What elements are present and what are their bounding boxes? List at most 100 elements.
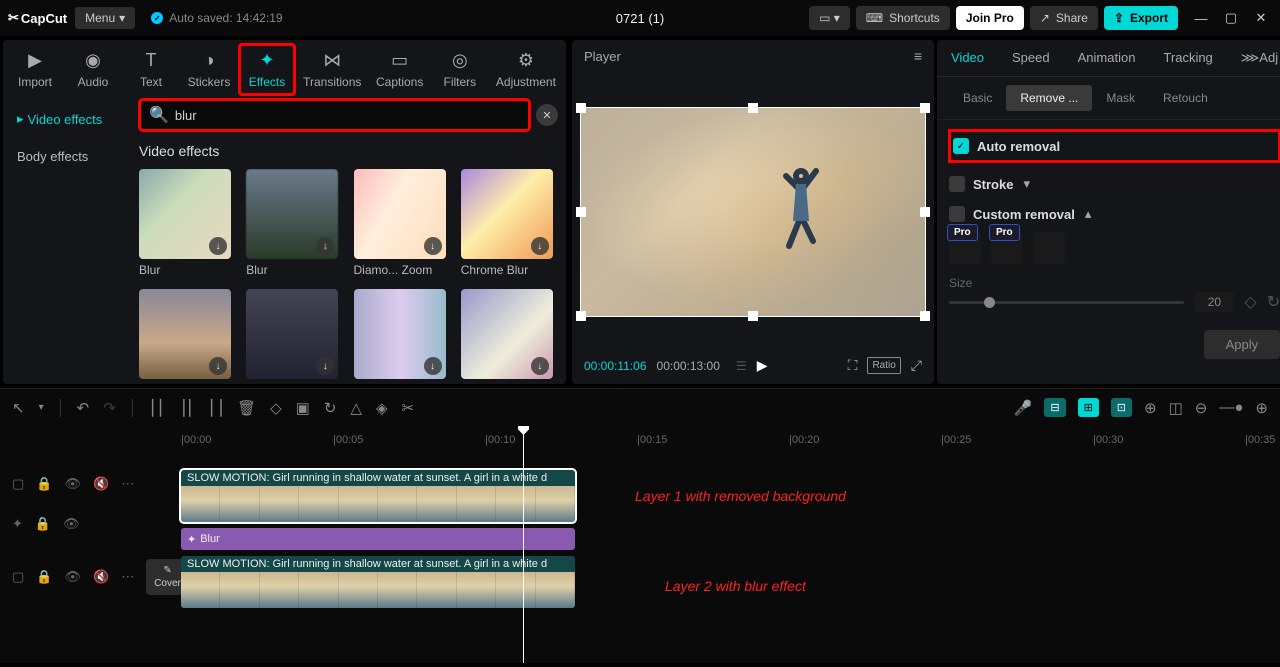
menu-button[interactable]: Menu▾ <box>75 7 135 29</box>
reverse-icon[interactable]: ↻ <box>324 399 337 417</box>
video-clip-2[interactable]: SLOW MOTION: Girl running in shallow wat… <box>181 556 575 608</box>
mute-icon[interactable]: 🔇 <box>93 569 109 585</box>
tab-adjust-more[interactable]: ⋙Adj <box>1227 40 1280 76</box>
effect-item[interactable]: ↓ <box>461 289 554 380</box>
search-input[interactable] <box>175 108 520 123</box>
subtab-remove-bg[interactable]: Remove ... <box>1006 85 1092 111</box>
video-preview[interactable] <box>580 107 926 317</box>
close-button[interactable]: ✕ <box>1250 7 1272 29</box>
tab-stickers[interactable]: ◑Stickers <box>181 44 237 95</box>
pointer-tool-icon[interactable]: ↖ <box>12 399 25 417</box>
tab-tracking[interactable]: Tracking <box>1149 40 1226 76</box>
rotate-icon[interactable]: ◈ <box>376 399 388 417</box>
dropdown-icon[interactable]: ▾ <box>39 402 44 413</box>
download-icon[interactable]: ↓ <box>531 237 549 255</box>
magnet-mode-3[interactable]: ⊡ <box>1111 398 1132 417</box>
more-icon[interactable]: ⋯ <box>121 476 134 492</box>
undo-icon[interactable]: ↶ <box>77 399 90 417</box>
search-box[interactable]: 🔍 <box>139 99 530 131</box>
delete-icon[interactable]: 🗑 <box>237 399 256 417</box>
eye-icon[interactable]: 👁 <box>64 476 81 492</box>
tab-speed[interactable]: Speed <box>998 40 1064 76</box>
link-icon[interactable]: ⊕ <box>1144 399 1157 417</box>
effect-item[interactable]: ↓Blur <box>139 169 232 277</box>
shortcuts-button[interactable]: ⌨Shortcuts <box>856 6 950 30</box>
download-icon[interactable]: ↓ <box>316 357 334 375</box>
effect-item[interactable]: ↓Chrome Blur <box>461 169 554 277</box>
minimize-button[interactable]: — <box>1190 7 1212 29</box>
marker-icon[interactable]: ◇ <box>270 399 282 417</box>
eye-icon[interactable]: 👁 <box>63 516 80 532</box>
tab-import[interactable]: ▶Import <box>7 44 63 95</box>
reset-icon[interactable]: ↻ <box>1267 292 1280 312</box>
ratio-button[interactable]: Ratio <box>867 357 900 374</box>
track-type-icon[interactable]: ▢ <box>12 569 24 585</box>
zoom-out-icon[interactable]: ⊖ <box>1195 399 1208 417</box>
duplicate-icon[interactable]: ▣ <box>296 399 310 417</box>
zoom-in-icon[interactable]: ⊕ <box>1255 399 1268 417</box>
download-icon[interactable]: ↓ <box>209 357 227 375</box>
tab-audio[interactable]: ◉Audio <box>65 44 121 95</box>
download-icon[interactable]: ↓ <box>531 357 549 375</box>
snap-icon[interactable]: ◫ <box>1169 399 1183 417</box>
effect-item[interactable]: ↓Diamo... Zoom <box>354 169 447 277</box>
clear-search-button[interactable]: ✕ <box>536 104 558 126</box>
magnet-mode-2[interactable]: ⊞ <box>1078 398 1099 417</box>
trim-left-icon[interactable]: ⎥⎮ <box>178 399 193 417</box>
lock-icon[interactable]: 🔒 <box>36 476 52 492</box>
stroke-checkbox[interactable] <box>949 176 965 192</box>
tool-option[interactable] <box>1033 232 1065 264</box>
stepper-icon[interactable]: ◇ <box>1244 292 1256 312</box>
timeline-tracks-area[interactable]: |00:00 |00:05 |00:10 |00:15 |00:20 |00:2… <box>175 426 1280 663</box>
zoom-slider-icon[interactable]: —● <box>1219 399 1243 416</box>
fx-icon[interactable]: ✦ <box>12 516 23 532</box>
tab-animation[interactable]: Animation <box>1064 40 1150 76</box>
tab-filters[interactable]: ◎Filters <box>432 44 488 95</box>
tab-transitions[interactable]: ⋈Transitions <box>297 44 368 95</box>
lock-icon[interactable]: 🔒 <box>35 516 51 532</box>
player-menu-icon[interactable]: ≡ <box>914 48 922 64</box>
subtab-mask[interactable]: Mask <box>1092 85 1149 111</box>
effect-item[interactable]: ↓ <box>246 289 339 380</box>
sidebar-video-effects[interactable]: ▸Video effects <box>7 103 127 135</box>
split-icon[interactable]: ⎮⎮ <box>149 399 165 417</box>
tab-captions[interactable]: ▭Captions <box>370 44 430 95</box>
effect-item[interactable]: ↓Blur <box>246 169 339 277</box>
join-pro-button[interactable]: Join Pro <box>956 6 1024 30</box>
download-icon[interactable]: ↓ <box>424 237 442 255</box>
download-icon[interactable]: ↓ <box>209 237 227 255</box>
play-button[interactable]: ▶ <box>757 357 768 374</box>
tab-video-props[interactable]: Video <box>937 40 998 76</box>
time-ruler[interactable]: |00:00 |00:05 |00:10 |00:15 |00:20 |00:2… <box>175 426 1280 456</box>
auto-removal-checkbox[interactable]: ✓ <box>953 138 969 154</box>
eye-icon[interactable]: 👁 <box>64 569 81 585</box>
apply-button[interactable]: Apply <box>1204 330 1280 359</box>
chevron-down-icon[interactable]: ▾ <box>1023 176 1030 192</box>
aspect-button[interactable]: ▭ ▾ <box>809 6 850 30</box>
download-icon[interactable]: ↓ <box>424 357 442 375</box>
effect-item[interactable]: ↓ <box>354 289 447 380</box>
custom-removal-checkbox[interactable] <box>949 206 965 222</box>
subtab-retouch[interactable]: Retouch <box>1149 85 1222 111</box>
magnet-mode-1[interactable]: ⊟ <box>1044 398 1065 417</box>
crop-icon[interactable]: ✂ <box>402 399 415 417</box>
fullscreen-icon[interactable]: ⤢ <box>911 357 922 374</box>
mic-icon[interactable]: 🎤 <box>1014 399 1033 417</box>
playhead[interactable] <box>523 426 524 663</box>
effect-clip[interactable]: ✦ Blur <box>181 528 575 550</box>
mute-icon[interactable]: 🔇 <box>93 476 109 492</box>
export-button[interactable]: ⇪Export <box>1104 6 1178 30</box>
download-icon[interactable]: ↓ <box>316 237 334 255</box>
track-type-icon[interactable]: ▢ <box>12 476 24 492</box>
trim-right-icon[interactable]: ⎮⎥ <box>208 399 223 417</box>
share-button[interactable]: ↗Share <box>1030 6 1098 30</box>
subtab-basic[interactable]: Basic <box>949 85 1006 111</box>
lock-icon[interactable]: 🔒 <box>36 569 52 585</box>
sidebar-body-effects[interactable]: Body effects <box>7 141 127 172</box>
video-clip-1[interactable]: SLOW MOTION: Girl running in shallow wat… <box>181 470 575 522</box>
effect-item[interactable]: ↓ <box>139 289 232 380</box>
mirror-icon[interactable]: △ <box>350 399 362 417</box>
scale-icon[interactable]: ⛶ <box>848 357 858 374</box>
tab-effects[interactable]: ✦Effects <box>239 44 295 95</box>
size-slider[interactable] <box>949 301 1184 304</box>
